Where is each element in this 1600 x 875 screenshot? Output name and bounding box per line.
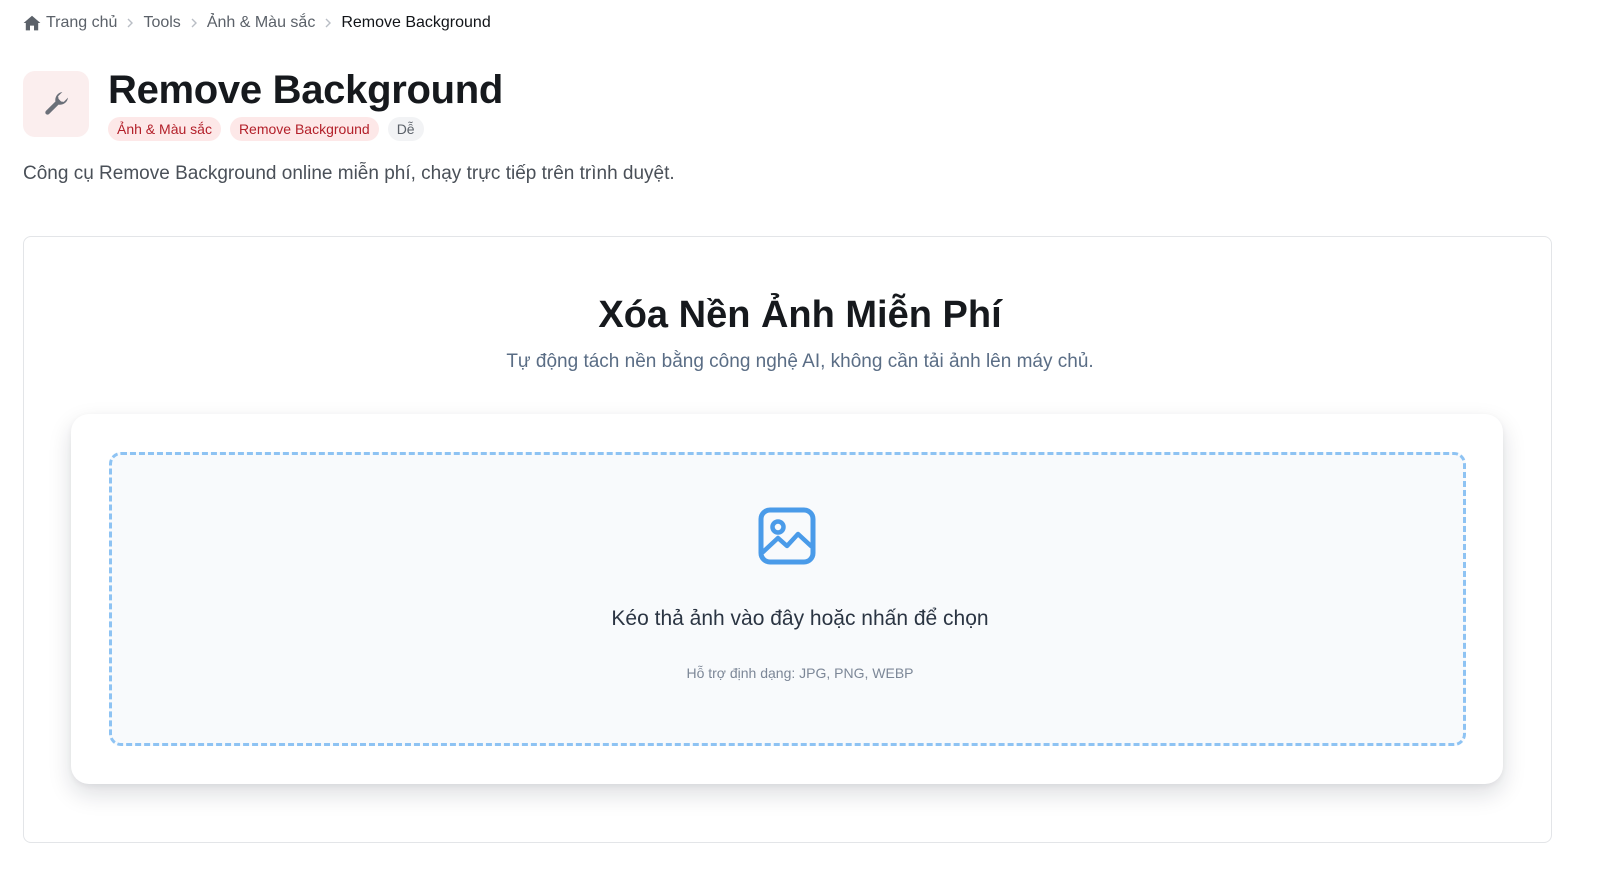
page-description: Công cụ Remove Background online miễn ph…	[23, 163, 675, 184]
wrench-icon	[41, 89, 71, 119]
tool-subtitle: Tự động tách nền bằng công nghệ AI, khôn…	[506, 351, 1094, 372]
page-title: Remove Background	[108, 68, 503, 112]
chevron-right-icon	[126, 17, 134, 29]
tool-title: Xóa Nền Ảnh Miễn Phí	[598, 294, 1002, 336]
home-icon	[23, 15, 41, 31]
chevron-right-icon	[190, 17, 198, 29]
tag-difficulty[interactable]: Dễ	[387, 117, 424, 141]
breadcrumb-category-link[interactable]: Ảnh & Màu sắc	[207, 14, 316, 32]
breadcrumb: Trang chủ Tools Ảnh & Màu sắc Remove Bac…	[23, 12, 491, 34]
chevron-right-icon	[324, 17, 332, 29]
breadcrumb-tools-link[interactable]: Tools	[143, 14, 180, 32]
tag-tool[interactable]: Remove Background	[229, 117, 379, 141]
image-icon	[758, 507, 816, 565]
tag-category[interactable]: Ảnh & Màu sắc	[108, 117, 221, 141]
breadcrumb-home-label: Trang chủ	[46, 14, 118, 31]
breadcrumb-home-link[interactable]: Trang chủ	[23, 14, 117, 32]
image-dropzone[interactable]	[109, 452, 1466, 746]
tool-icon-box	[23, 71, 89, 137]
tag-list: Ảnh & Màu sắc Remove Background Dễ	[108, 117, 424, 141]
dropzone-formats: Hỗ trợ định dạng: JPG, PNG, WEBP	[686, 665, 914, 681]
breadcrumb-current: Remove Background	[341, 14, 491, 31]
dropzone-prompt: Kéo thả ảnh vào đây hoặc nhấn để chọn	[611, 607, 989, 630]
